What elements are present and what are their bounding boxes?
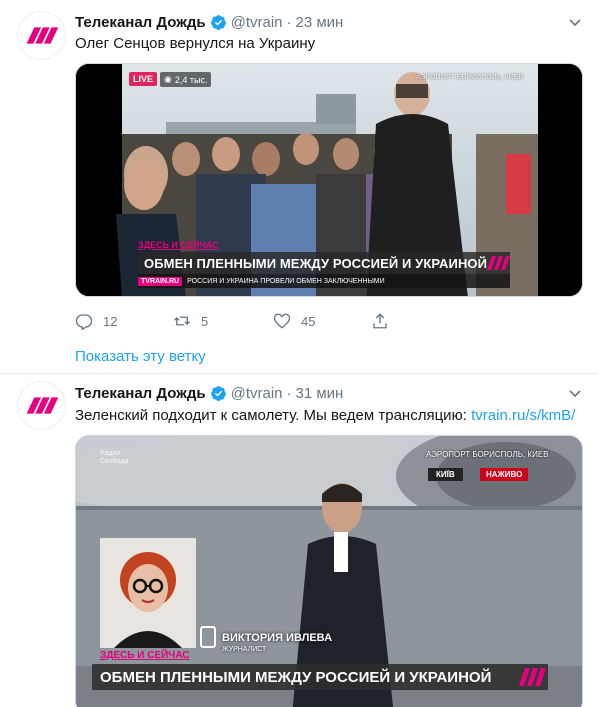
lower-third: ОБМЕН ПЛЕННЫМИ МЕЖДУ РОССИЕЙ И УКРАИНОЙ <box>92 664 548 690</box>
tweet[interactable]: Телеканал Дождь @tvrain · 23 мин Олег Се… <box>0 0 598 373</box>
share-button[interactable] <box>371 312 399 330</box>
video-player[interactable]: LIVE ◉ 2,4 тыс. АЭРОПОРТ БОРИСПОЛЬ, КИЕВ… <box>75 63 583 297</box>
video-player[interactable]: Радио Свобода АЭРОПОРТ БОРИСПОЛЬ, КИЕВ К… <box>75 435 583 707</box>
ticker-text: РОССИЯ И УКРАИНА ПРОВЕЛИ ОБМЕН ЗАКЛЮЧЕНН… <box>187 277 385 285</box>
retweet-count: 5 <box>201 313 209 329</box>
speaker-inset <box>100 538 196 648</box>
like-button[interactable]: 45 <box>273 312 315 330</box>
tweet-header: Телеканал Дождь @tvrain · 31 мин <box>75 383 343 403</box>
avatar[interactable] <box>17 381 66 430</box>
author-name[interactable]: Телеканал Дождь <box>75 385 206 402</box>
headline: ОБМЕН ПЛЕННЫМИ МЕЖДУ РОССИЕЙ И УКРАИНОЙ <box>144 255 488 271</box>
separator: · <box>286 13 292 31</box>
tweet-actions: 12 5 45 <box>75 312 475 332</box>
phone-icon <box>200 626 216 648</box>
author-handle[interactable]: @tvrain <box>231 385 283 402</box>
headline: ОБМЕН ПЛЕННЫМИ МЕЖДУ РОССИЕЙ И УКРАИНОЙ <box>100 668 492 686</box>
tweet-header: Телеканал Дождь @tvrain · 23 мин <box>75 12 343 32</box>
location-caption: АЭРОПОРТ БОРИСПОЛЬ, КИЕВ <box>416 74 524 81</box>
speaker-name: ВИКТОРИЯ ИВЛЕВА <box>222 632 333 644</box>
share-icon <box>373 313 387 329</box>
kicker-label: ЗДЕСЬ И СЕЙЧАС <box>100 650 190 661</box>
location-caption: АЭРОПОРТ БОРИСПОЛЬ, КИЕВ <box>426 450 549 459</box>
retweet-button[interactable]: 5 <box>173 312 208 330</box>
tweet-text-body: Зеленский подходит к самолету. Мы ведем … <box>75 407 472 424</box>
viewer-count-value: 2,4 тыс. <box>174 74 208 85</box>
retweet-icon <box>174 316 190 326</box>
site-label: TVRAIN.RU <box>138 276 183 286</box>
tvrain-logo <box>26 397 59 414</box>
verified-icon <box>210 385 226 401</box>
reply-button[interactable]: 12 <box>75 312 117 330</box>
eye-icon: ◉ <box>164 74 172 84</box>
speaker-role: ЖУРНАЛИСТ <box>222 646 267 653</box>
verified-icon <box>210 14 226 30</box>
city-badge: КИЇВ <box>428 468 463 481</box>
tvrain-logo <box>519 668 546 686</box>
chevron-down-icon[interactable] <box>567 14 583 30</box>
viewer-count: ◉ 2,4 тыс. <box>160 72 212 87</box>
source-logo-text: Радио Свобода <box>100 450 129 465</box>
like-icon <box>273 313 291 329</box>
timestamp[interactable]: 23 мин <box>296 14 344 31</box>
tvrain-logo <box>26 27 59 44</box>
author-handle[interactable]: @tvrain <box>231 14 283 31</box>
author-name[interactable]: Телеканал Дождь <box>75 14 206 31</box>
show-thread-link[interactable]: Показать эту ветку <box>75 348 206 365</box>
timestamp[interactable]: 31 мин <box>296 385 344 402</box>
tweet[interactable]: Телеканал Дождь @tvrain · 31 мин Зеленск… <box>0 374 598 707</box>
lower-third: ОБМЕН ПЛЕННЫМИ МЕЖДУ РОССИЕЙ И УКРАИНОЙ <box>138 252 510 274</box>
tweet-link[interactable]: tvrain.ru/s/kmB/ <box>471 407 575 424</box>
like-count: 45 <box>301 313 316 329</box>
tweet-text: Олег Сенцов вернулся на Украину <box>75 35 316 52</box>
live-badge: LIVE <box>129 72 158 86</box>
live-badge-ua: НАЖИВО <box>480 468 529 481</box>
avatar[interactable] <box>17 11 66 60</box>
reply-icon <box>75 314 93 330</box>
speaker-photo <box>100 538 196 648</box>
kicker-label: ЗДЕСЬ И СЕЙЧАС <box>138 240 219 250</box>
chevron-down-icon[interactable] <box>567 385 583 401</box>
reply-count: 12 <box>103 313 118 329</box>
separator: · <box>286 384 292 402</box>
tvrain-logo <box>487 256 510 270</box>
ticker-bar: TVRAIN.RU РОССИЯ И УКРАИНА ПРОВЕЛИ ОБМЕН… <box>138 274 510 288</box>
tweet-text: Зеленский подходит к самолету. Мы ведем … <box>75 406 575 426</box>
source-logo: Радио Свобода <box>100 450 140 466</box>
